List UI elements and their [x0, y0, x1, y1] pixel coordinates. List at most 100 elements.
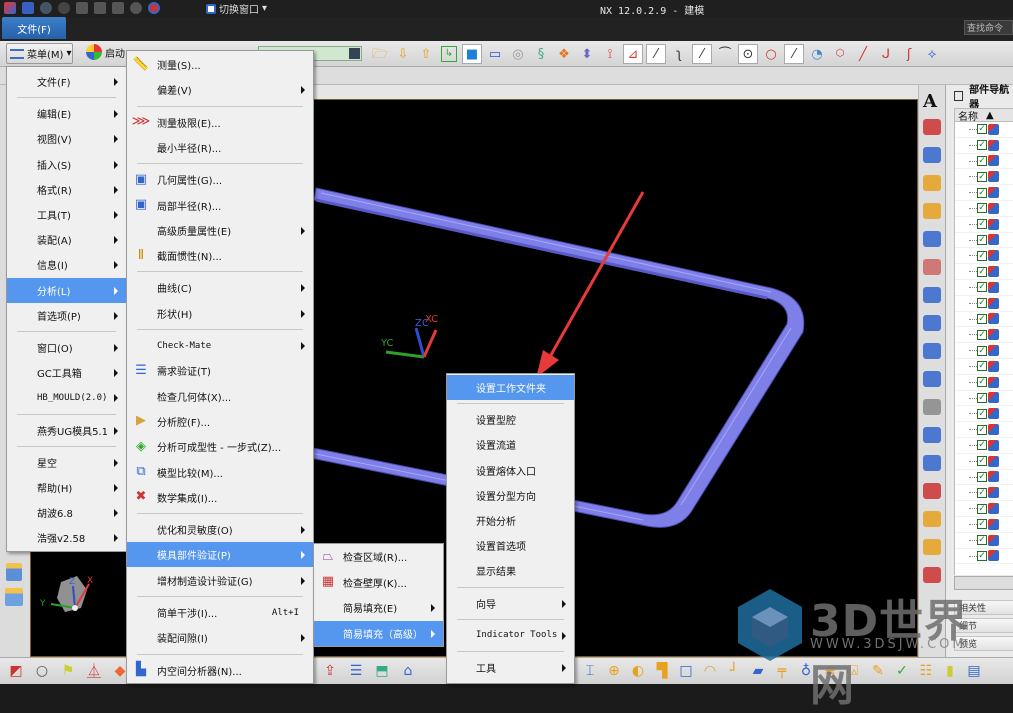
visibility-checkbox[interactable]: ✓ [977, 535, 987, 546]
menu-item[interactable]: 简易填充(E) [314, 595, 443, 620]
grid-surface-icon[interactable] [923, 259, 941, 275]
menu-item[interactable]: Ⅱ 截面惯性(N)... [127, 243, 313, 268]
menu-item[interactable]: 检查几何体(X)... [127, 384, 313, 409]
patch-icon[interactable] [923, 567, 941, 583]
menu-item[interactable]: 模具部件验证(P) [127, 542, 313, 568]
line-point-icon[interactable]: ⁄ [692, 44, 712, 64]
menu-item[interactable]: 向导 [447, 591, 574, 616]
visibility-checkbox[interactable]: ✓ [977, 456, 987, 467]
cylinder-icon[interactable]: ▭ [485, 44, 505, 64]
circle-icon[interactable]: ○ [32, 661, 52, 681]
info-icon[interactable]: ⬍ [577, 44, 597, 64]
visibility-checkbox[interactable]: ✓ [977, 392, 987, 403]
dependencies-section[interactable]: 相关性 [954, 600, 1013, 615]
menu-item[interactable]: 显示结果 [447, 558, 574, 583]
visibility-checkbox[interactable]: ✓ [977, 282, 987, 293]
circle-icon[interactable]: ○ [761, 44, 781, 64]
menu-item[interactable]: HB_MOULD(2.0) [7, 385, 126, 410]
visibility-checkbox[interactable]: ✓ [977, 250, 987, 261]
visibility-checkbox[interactable]: ✓ [977, 155, 987, 166]
menu-item[interactable]: ✖ 数学集成(I)... [127, 485, 313, 510]
navigator-row[interactable]: ✓ [955, 375, 1013, 391]
menu-item[interactable]: 浩强v2.58 [7, 525, 126, 550]
step-icon[interactable]: ↳ [441, 46, 457, 62]
menu-item[interactable]: ⧉ 模型比较(M)... [127, 460, 313, 485]
menu-item[interactable]: ▙ 内空间分析器(N)... [127, 658, 313, 683]
corner-icon[interactable]: ◠ [700, 661, 720, 681]
navigator-row[interactable]: ✓ [955, 406, 1013, 423]
navigator-row[interactable]: ✓ [955, 264, 1013, 280]
save-icon[interactable] [22, 2, 34, 14]
menu-item[interactable]: 设置首选项 [447, 533, 574, 558]
bracket-icon[interactable]: ┘ [724, 661, 744, 681]
visibility-checkbox[interactable]: ✓ [977, 219, 987, 230]
path-icon[interactable] [923, 455, 941, 471]
visibility-checkbox[interactable]: ✓ [977, 503, 987, 514]
menu-item[interactable]: 优化和灵敏度(O) [127, 517, 313, 542]
navigator-row[interactable]: ✓ [955, 327, 1013, 344]
cut-icon[interactable] [76, 2, 88, 14]
menu-item[interactable]: 简单干涉(I)... Alt+I [127, 600, 313, 625]
circle-center-icon[interactable]: ⊙ [738, 44, 758, 64]
menu-item[interactable]: 视图(V) [7, 126, 126, 151]
visibility-checkbox[interactable]: ✓ [977, 471, 987, 482]
mesh-icon[interactable] [923, 371, 941, 387]
text-icon[interactable]: A [923, 91, 937, 112]
menu-item[interactable]: ☰ 需求验证(T) [127, 358, 313, 383]
curve-line-icon[interactable]: ╱ [853, 44, 873, 64]
visibility-checkbox[interactable]: ✓ [977, 298, 987, 309]
navigator-row[interactable]: ✓ [955, 312, 1013, 328]
menu-button[interactable]: 菜单(M) ▾ [6, 43, 73, 64]
cooling-icon[interactable]: ▮ [940, 661, 960, 681]
sweep-icon[interactable] [923, 315, 941, 331]
navigator-row[interactable]: ✓ [955, 485, 1013, 502]
bridge-icon[interactable]: ʃ [899, 44, 919, 64]
flag-icon[interactable]: ▜ [652, 661, 672, 681]
inspect-icon[interactable] [923, 203, 941, 219]
visibility-checkbox[interactable]: ✓ [977, 329, 987, 340]
visibility-checkbox[interactable]: ✓ [977, 171, 987, 182]
menu-item[interactable]: ⋙ 测量极限(E)... [127, 110, 313, 135]
menu-item[interactable]: 曲线(C) [127, 275, 313, 300]
export-icon[interactable]: ⇧ [416, 44, 436, 64]
redo-icon[interactable] [58, 2, 70, 14]
trim-icon[interactable]: ⬡ [830, 44, 850, 64]
spline-icon[interactable]: ʅ [669, 44, 689, 64]
menu-item[interactable]: 设置工作文件夹 [447, 375, 574, 400]
parallel-icon[interactable]: ▰ [748, 661, 768, 681]
visibility-checkbox[interactable]: ✓ [977, 124, 987, 135]
line-2-icon[interactable]: ⁄ [784, 44, 804, 64]
navigator-row[interactable]: ✓ [955, 422, 1013, 438]
assembly-icon[interactable]: ⌂ [398, 661, 418, 681]
menu-item[interactable]: 设置流道 [447, 432, 574, 457]
mirror-icon[interactable]: ⏅ [84, 661, 104, 681]
menu-item[interactable]: 工具(T) [7, 202, 126, 227]
navigator-row[interactable]: ✓ [955, 217, 1013, 233]
navigator-row[interactable]: ✓ [955, 438, 1013, 454]
layer-icon[interactable]: ⬒ [372, 661, 392, 681]
menu-item[interactable]: 装配(A) [7, 227, 126, 252]
offset-icon[interactable]: ⟡ [922, 44, 942, 64]
insert-icon[interactable]: ⍓ [844, 661, 864, 681]
cylinder-face-icon[interactable] [923, 539, 941, 555]
preview-section[interactable]: 预览 [954, 636, 1013, 651]
connector-icon[interactable]: ⊕ [604, 661, 624, 681]
bom-icon[interactable]: ☷ [916, 661, 936, 681]
edit-object-display-icon[interactable]: ◩ [6, 661, 26, 681]
ruled-icon[interactable] [923, 343, 941, 359]
menu-item[interactable]: 增材制造设计验证(G) [127, 568, 313, 593]
menu-item[interactable]: 最小半径(R)... [127, 135, 313, 160]
navigator-row[interactable]: ✓ [955, 343, 1013, 359]
navigator-row[interactable]: ✓ [955, 138, 1013, 154]
mold-wizard-icon[interactable] [6, 563, 22, 581]
undo-icon[interactable] [40, 2, 52, 14]
square-icon[interactable]: □ [676, 661, 696, 681]
menu-item[interactable]: 编辑(E) [7, 101, 126, 126]
paste-icon[interactable] [112, 2, 124, 14]
menu-item[interactable]: 设置分型方向 [447, 483, 574, 508]
frame-icon[interactable]: ⌶ [580, 661, 600, 681]
menu-item[interactable]: 高级质量属性(E) [127, 218, 313, 243]
confirm-icon[interactable]: ✓ [892, 661, 912, 681]
navigator-row[interactable]: ✓ [955, 296, 1013, 312]
menu-item[interactable]: ⏢ 检查区域(R)... [314, 544, 443, 569]
